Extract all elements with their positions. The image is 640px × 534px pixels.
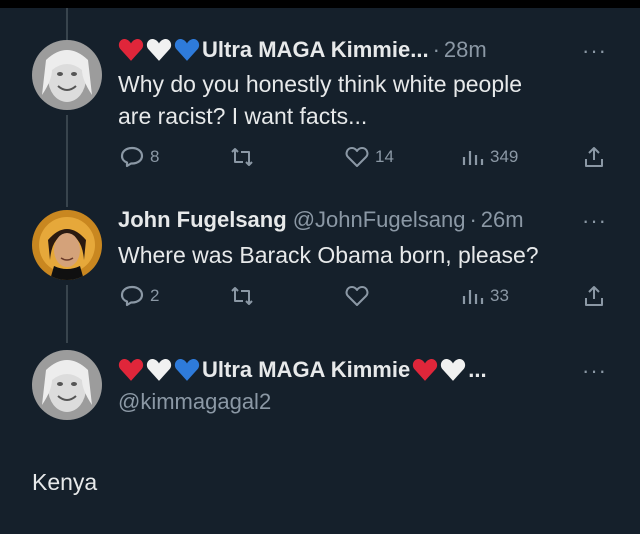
tweet-3-header: Ultra MAGA Kimmie ... — [118, 357, 487, 383]
thread-line-2 — [66, 285, 68, 343]
share-button[interactable] — [582, 145, 606, 169]
red-heart-icon — [412, 358, 438, 382]
views-icon — [462, 151, 484, 165]
views-button[interactable]: 33 — [460, 284, 509, 308]
tweet-1-text-line-1: Why do you honestly think white people — [118, 71, 523, 97]
thread-line-1 — [66, 115, 68, 207]
white-heart-icon — [146, 38, 172, 62]
reply-button[interactable]: 2 — [120, 284, 159, 308]
tweet-1-text: Why do you honestly think white people a… — [118, 68, 522, 132]
reply-icon — [120, 285, 144, 307]
views-button[interactable]: 349 — [460, 145, 518, 169]
timestamp[interactable]: 26m — [481, 207, 524, 233]
reply-count: 8 — [150, 147, 160, 166]
retweet-button[interactable] — [230, 145, 254, 169]
retweet-icon — [231, 287, 253, 305]
tweet-2-header: John Fugelsang @JohnFugelsang · 26m — [118, 207, 524, 233]
more-options-button[interactable]: ··· — [582, 358, 607, 384]
red-heart-icon — [118, 358, 144, 382]
share-button[interactable] — [582, 284, 606, 308]
blue-heart-icon — [174, 358, 200, 382]
timestamp[interactable]: 28m — [444, 37, 487, 63]
display-name[interactable]: Ultra MAGA Kimmie — [202, 357, 410, 383]
views-count: 349 — [490, 147, 519, 166]
separator-dot: · — [469, 207, 477, 232]
share-icon — [585, 286, 603, 306]
views-icon — [462, 290, 484, 304]
top-status-bar — [0, 0, 640, 8]
more-options-button[interactable]: ··· — [582, 38, 607, 64]
heart-outline-icon — [345, 286, 369, 306]
avatar-kimmie[interactable] — [32, 40, 102, 110]
heart-outline-icon — [345, 147, 369, 167]
tweet-1-header: Ultra MAGA Kimmie... · 28m — [118, 37, 487, 63]
white-heart-icon — [146, 358, 172, 382]
white-heart-icon — [440, 358, 466, 382]
like-button[interactable] — [345, 284, 369, 308]
tweet-1-text-line-2: are racist? I want facts... — [118, 103, 368, 129]
reply-icon — [120, 146, 144, 168]
separator-dot: · — [432, 37, 440, 62]
tweet-2-text: Where was Barack Obama born, please? — [118, 242, 539, 268]
handle[interactable]: @kimmagagal2 — [118, 389, 271, 415]
retweet-button[interactable] — [230, 284, 254, 308]
avatar-john-fugelsang[interactable] — [32, 210, 102, 280]
display-name[interactable]: John Fugelsang — [118, 207, 287, 233]
red-heart-icon — [118, 38, 144, 62]
views-count: 33 — [490, 286, 509, 305]
name-truncation: ... — [468, 357, 487, 382]
display-name[interactable]: Ultra MAGA Kimmie... — [202, 37, 429, 63]
reply-button[interactable]: 8 — [120, 145, 159, 169]
share-icon — [585, 147, 603, 167]
thread-line-top — [66, 8, 68, 40]
tweet-3-text: Kenya — [32, 469, 98, 495]
like-count: 14 — [375, 147, 394, 166]
handle[interactable]: @JohnFugelsang — [293, 207, 466, 233]
blue-heart-icon — [174, 38, 200, 62]
like-button[interactable]: 14 — [345, 145, 394, 169]
more-options-button[interactable]: ··· — [582, 208, 607, 234]
reply-count: 2 — [150, 286, 160, 305]
retweet-icon — [231, 148, 253, 166]
avatar-kimmie[interactable] — [32, 350, 102, 420]
